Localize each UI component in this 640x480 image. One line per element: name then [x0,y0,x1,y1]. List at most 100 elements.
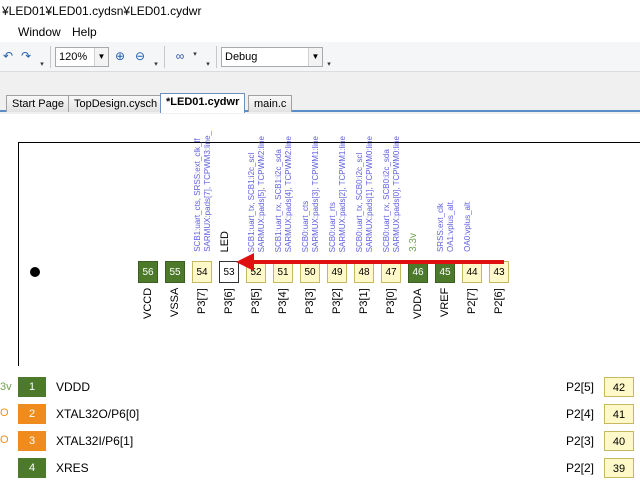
pin1-marker [30,267,40,277]
pin-annotation-text: SCB1:uart_rx, SCB1:i2c_sda SARMUX:pads[4… [274,135,293,252]
tab-main-c[interactable]: main.c [248,95,293,112]
pin-annotation-text: OA0:vplus_alt [463,202,472,252]
pin-name-text: P2[6] [493,288,505,314]
pin-47[interactable]: 47 [381,261,401,283]
pin-annotation: LED [219,120,242,252]
chevron-down-icon[interactable]: ▼ [308,48,322,66]
pin-name-text: P3[3] [304,288,316,314]
left-edge-label: O [0,407,9,419]
pin-annotation: SCB1:uart_tx, SCB1:i2c_scl SARMUX:pads[5… [247,120,269,252]
find-dropdown-icon[interactable]: ▾ [191,51,199,58]
tab-led01-cydwr[interactable]: *LED01.cydwr [160,93,246,113]
config-combo[interactable]: Debug ▼ [221,47,323,67]
menu-window[interactable]: Window [18,25,61,39]
pin-annotation: SCB0:uart_rts SARMUX:pads[2], TCPWM1:lin… [328,120,350,252]
pin-42[interactable]: 42 [604,377,634,397]
pin-annotation: 3.3v [408,120,431,252]
zoom-combo[interactable]: 120% ▼ [55,47,109,67]
pin-name-text: VCCD [142,288,154,320]
pin-51[interactable]: 51 [273,261,293,283]
pin-43[interactable]: 43 [489,261,509,283]
pin-annotation: OA0:vplus_alt [463,120,485,252]
pin-annotation: SCB0:uart_tx, SCB0:i2c_scl SARMUX:pads[1… [355,120,377,252]
pin-annotation-text: SCB1:uart_tx, SCB1:i2c_scl SARMUX:pads[5… [247,135,266,252]
pin-annotation: SCB0:uart_cts SARMUX:pads[3], TCPWM1:lin… [301,120,323,252]
undo-icon[interactable]: ↶ [0,48,16,64]
binoculars-icon[interactable]: ∞ [172,48,188,64]
red-arrow-head [236,253,254,271]
pin-name: VCCD [138,288,158,348]
dropdown-grip-icon[interactable]: ▾ [152,61,160,68]
pin-44[interactable]: 44 [462,261,482,283]
pin-annotation-text: LED [219,230,231,252]
pin-annotation-text: 3.3v [408,233,419,252]
pin-3[interactable]: 3 [18,431,46,451]
left-edge-label: O [0,434,9,446]
pin-name: VREF [435,288,455,348]
pin-name: XTAL32I/P6[1] [56,434,134,448]
dropdown-grip-icon[interactable]: ▾ [204,61,212,68]
tab-start-page[interactable]: Start Page [6,95,70,112]
pin-48[interactable]: 48 [354,261,374,283]
pin-annotation: SRSS:ext_clk OA1:vplus_alt, [436,120,458,252]
pin-name: VDDD [56,380,91,394]
pin-name: P3[7] [192,288,212,348]
pin-name: P3[5] [246,288,266,348]
zoom-value: 120% [59,51,88,63]
pin-54[interactable]: 54 [192,261,212,283]
pin-name: P2[2] [566,461,595,475]
pin-name: VSSA [165,288,185,348]
pin-55[interactable]: 55 [165,261,185,283]
toolbar-separator [216,46,217,68]
pin-45[interactable]: 45 [435,261,455,283]
pin-name: P3[3] [300,288,320,348]
pin-4[interactable]: 4 [18,458,46,478]
pin-56[interactable]: 56 [138,261,158,283]
pin-name-text: P3[5] [250,288,262,314]
pin-name-text: VREF [439,288,451,318]
pin-2[interactable]: 2 [18,404,46,424]
tab-topdesign[interactable]: TopDesign.cysch [68,95,164,112]
pin-name-text: VSSA [169,288,181,318]
pin-name: P3[2] [327,288,347,348]
pin-name-text: P3[4] [277,288,289,314]
pin-annotation-text: SCB0:uart_rx, SCB0:i2c_sda SARMUX:pads[0… [382,135,401,252]
pin-name: P2[6] [489,288,509,348]
pin-name: P3[1] [354,288,374,348]
zoom-out-icon[interactable]: ⊖ [132,48,148,64]
pin-annotation-text: SRSS:ext_clk OA1:vplus_alt, [436,199,455,252]
menu-help[interactable]: Help [72,25,97,39]
pin-39[interactable]: 39 [604,458,634,478]
pin-name-text: P3[1] [358,288,370,314]
pin-name-text: P3[2] [331,288,343,314]
zoom-in-icon[interactable]: ⊕ [112,48,128,64]
config-value: Debug [225,51,258,63]
dropdown-grip-icon[interactable]: ▾ [325,61,333,68]
pin-name: P2[7] [462,288,482,348]
pin-name: P3[4] [273,288,293,348]
pin-annotation-text: SCB1:uart_cts, SRSS:ext_clk_lf SARMUX:pa… [193,131,212,252]
pin-50[interactable]: 50 [300,261,320,283]
pin-annotation-text: SCB0:uart_tx, SCB0:i2c_scl SARMUX:pads[1… [355,135,374,252]
pin-46[interactable]: 46 [408,261,428,283]
dropdown-grip-icon[interactable]: ▾ [38,61,46,68]
pin-49[interactable]: 49 [327,261,347,283]
chevron-down-icon[interactable]: ▼ [94,48,108,66]
pin-name: XTAL32O/P6[0] [56,407,140,421]
pin-name: VDDA [408,288,428,348]
pin-name-text: P3[6] [223,288,235,314]
pin-annotation-text: SCB0:uart_rts SARMUX:pads[2], TCPWM1:lin… [328,135,347,252]
toolbar-separator [50,46,51,68]
pin-name: P2[4] [566,407,595,421]
pin-name-text: P3[7] [196,288,208,314]
window-title: ¥LED01¥LED01.cydsn¥LED01.cydwr [0,0,640,22]
pin-annotation: SCB1:uart_rx, SCB1:i2c_sda SARMUX:pads[4… [274,120,296,252]
pin-41[interactable]: 41 [604,404,634,424]
pin-name-text: VDDA [412,288,424,319]
pin-annotation-text: SCB0:uart_cts SARMUX:pads[3], TCPWM1:lin… [301,135,320,252]
pin-1[interactable]: 1 [18,377,46,397]
pin-40[interactable]: 40 [604,431,634,451]
pin-name-text: P3[0] [385,288,397,314]
redo-icon[interactable]: ↷ [18,48,34,64]
left-edge-label: 3v [0,381,12,393]
